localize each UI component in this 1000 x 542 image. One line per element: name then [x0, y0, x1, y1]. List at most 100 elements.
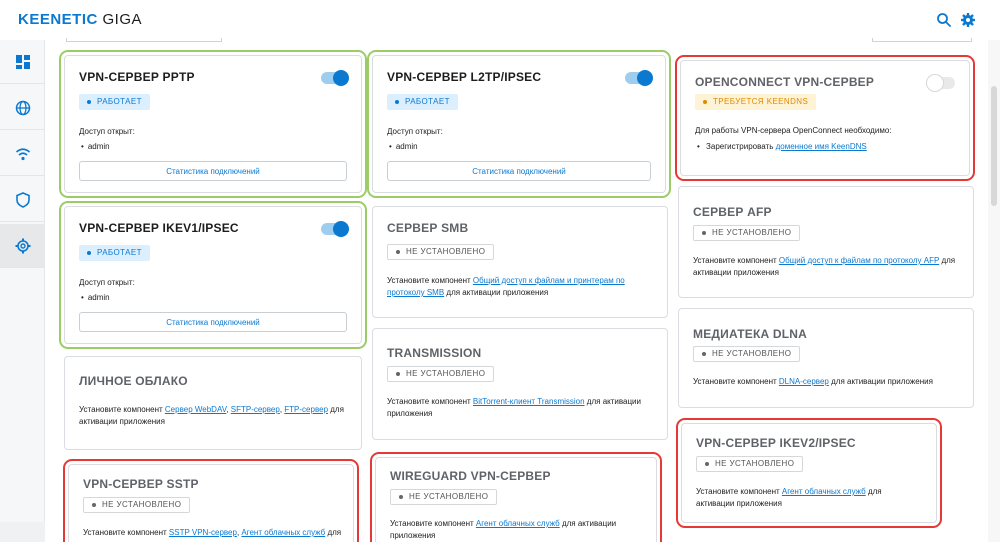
ikev1-toggle[interactable]: [321, 221, 349, 237]
sidebar-item-internet[interactable]: [0, 86, 45, 130]
install-prefix: Установите компонент: [693, 377, 777, 386]
scrollbar-thumb[interactable]: [991, 86, 997, 206]
card-afp: СЕРВЕР AFP НЕ УСТАНОВЛЕНО Установите ком…: [678, 186, 974, 298]
activation-suffix: для активации приложения: [831, 377, 933, 386]
brand-name: KEENETIC: [18, 11, 98, 28]
sidebar-item-dashboard[interactable]: [0, 40, 45, 84]
cloud-agent-link[interactable]: Агент облачных служб: [782, 487, 866, 496]
transmission-component-link[interactable]: BitTorrent-клиент Transmission: [473, 397, 585, 406]
status-badge: РАБОТАЕТ: [79, 94, 150, 110]
card-edge: [66, 38, 222, 42]
activation-suffix: для активации: [561, 519, 617, 528]
install-prefix: Установите компонент: [693, 256, 777, 265]
brand-model: GIGA: [102, 11, 143, 28]
status-badge: НЕ УСТАНОВЛЕНО: [83, 497, 191, 513]
openconnect-desc: Для работы VPN-сервера OpenConnect необх…: [695, 126, 892, 135]
status-badge: РАБОТАЕТ: [387, 94, 458, 110]
card-edge: [872, 38, 972, 42]
card-vpn-ikev2: VPN-СЕРВЕР IKEV2/IPSEC НЕ УСТАНОВЛЕНО Ус…: [676, 418, 942, 528]
wireguard-install-text: Установите компонент Агент облачных служ…: [390, 518, 642, 542]
card-title: СЕРВЕР SMB: [387, 221, 469, 235]
card-dlna: МЕДИАТЕКА DLNA НЕ УСТАНОВЛЕНО Установите…: [678, 308, 974, 408]
keendns-requirement: Зарегистрировать доменное имя KeenDNS: [697, 142, 867, 151]
user-item: admin: [81, 293, 110, 302]
top-header: KEENETIC GIGA: [0, 0, 1000, 40]
card-personal-cloud: ЛИЧНОЕ ОБЛАКО Установите компонент Серве…: [64, 356, 362, 450]
card-title: СЕРВЕР AFP: [693, 205, 772, 219]
status-badge: НЕ УСТАНОВЛЕНО: [390, 489, 498, 505]
card-title: VPN-СЕРВЕР PPTP: [79, 70, 195, 84]
card-title: TRANSMISSION: [387, 346, 482, 360]
status-badge: НЕ УСТАНОВЛЕНО: [693, 346, 801, 362]
webdav-link[interactable]: Сервер WebDAV: [165, 405, 226, 414]
access-label: Доступ открыт:: [79, 278, 135, 287]
card-title: VPN-СЕРВЕР IKEV1/IPSEC: [79, 221, 239, 235]
requirement-text: Зарегистрировать: [706, 142, 774, 151]
card-title: VPN-СЕРВЕР SSTP: [83, 477, 199, 491]
user-item: admin: [389, 142, 418, 151]
dlna-install-text: Установите компонент DLNA-сервер для акт…: [693, 376, 959, 388]
activation-suffix: для активации приложения: [446, 288, 549, 297]
sstp-component-link[interactable]: SSTP VPN-сервер: [169, 528, 237, 537]
card-title: ЛИЧНОЕ ОБЛАКО: [79, 374, 188, 388]
afp-component-link[interactable]: Общий доступ к файлам по протоколу AFP: [779, 256, 939, 265]
ftp-link[interactable]: FTP-сервер: [284, 405, 328, 414]
install-prefix: Установите компонент: [696, 487, 780, 496]
install-prefix: Установите компонент: [387, 397, 471, 406]
wifi-icon: [15, 147, 30, 160]
transmission-install-text: Установите компонент BitTorrent-клиент T…: [387, 396, 653, 420]
card-title: VPN-СЕРВЕР L2TP/IPSEC: [387, 70, 542, 84]
card-vpn-ikev1: VPN-СЕРВЕР IKEV1/IPSEC РАБОТАЕТ Доступ о…: [59, 201, 367, 349]
status-badge: НЕ УСТАНОВЛЕНО: [387, 366, 495, 382]
sidebar: [0, 40, 45, 522]
card-openconnect: OPENCONNECT VPN-СЕРВЕР ТРЕБУЕТСЯ KEENDNS…: [675, 55, 975, 181]
stats-button[interactable]: Статистика подключений: [387, 161, 651, 181]
access-label: Доступ открыт:: [79, 127, 135, 136]
status-badge: ТРЕБУЕТСЯ KEENDNS: [695, 94, 817, 110]
card-title: WIREGUARD VPN-СЕРВЕР: [390, 469, 551, 483]
sftp-link[interactable]: SFTP-сервер: [231, 405, 280, 414]
sidebar-item-management[interactable]: [0, 224, 45, 268]
card-smb: СЕРВЕР SMB НЕ УСТАНОВЛЕНО Установите ком…: [372, 206, 668, 318]
cloud-install-text: Установите компонент Сервер WebDAV, SFTP…: [79, 405, 344, 426]
card-vpn-pptp: VPN-СЕРВЕР PPTP РАБОТАЕТ Доступ открыт: …: [59, 50, 367, 198]
sstp-install-text: Установите компонент SSTP VPN-сервер, Аг…: [83, 528, 342, 537]
l2tp-toggle[interactable]: [625, 70, 653, 86]
pptp-toggle[interactable]: [321, 70, 349, 86]
status-badge: РАБОТАЕТ: [79, 245, 150, 261]
stats-button[interactable]: Статистика подключений: [79, 161, 347, 181]
sidebar-footer: [0, 522, 45, 542]
card-vpn-sstp: VPN-СЕРВЕР SSTP НЕ УСТАНОВЛЕНО Установит…: [63, 459, 359, 542]
afp-install-text: Установите компонент Общий доступ к файл…: [693, 255, 959, 279]
sidebar-item-wifi[interactable]: [0, 132, 45, 176]
dashboard-icon: [15, 54, 30, 69]
install-prefix: Установите компонент: [390, 519, 474, 528]
card-wireguard: WIREGUARD VPN-СЕРВЕР НЕ УСТАНОВЛЕНО Уста…: [370, 452, 662, 542]
globe-icon: [15, 100, 30, 115]
activation-suffix: для: [327, 528, 342, 537]
install-prefix: Установите компонент: [79, 405, 163, 414]
access-label: Доступ открыт:: [387, 127, 443, 136]
openconnect-toggle[interactable]: [927, 75, 955, 91]
card-vpn-l2tp: VPN-СЕРВЕР L2TP/IPSEC РАБОТАЕТ Доступ от…: [367, 50, 671, 198]
ikev2-install-text: Установите компонент Агент облачных служ…: [696, 486, 922, 510]
stats-button[interactable]: Статистика подключений: [79, 312, 347, 332]
sidebar-item-security[interactable]: [0, 178, 45, 222]
search-icon[interactable]: [936, 12, 952, 28]
keendns-link[interactable]: доменное имя KeenDNS: [776, 142, 867, 151]
gear-icon: [15, 238, 30, 253]
activation-suffix-2: приложения: [390, 531, 436, 540]
smb-install-text: Установите компонент Общий доступ к файл…: [387, 275, 653, 299]
cloud-agent-link[interactable]: Агент облачных служб: [476, 519, 560, 528]
card-transmission: TRANSMISSION НЕ УСТАНОВЛЕНО Установите к…: [372, 328, 668, 440]
card-title: OPENCONNECT VPN-СЕРВЕР: [695, 75, 875, 89]
status-badge: НЕ УСТАНОВЛЕНО: [693, 225, 801, 241]
gear-icon[interactable]: [960, 12, 976, 28]
shield-icon: [15, 191, 30, 208]
user-item: admin: [81, 142, 110, 151]
brand-logo[interactable]: KEENETIC GIGA: [18, 11, 142, 28]
card-title: VPN-СЕРВЕР IKEV2/IPSEC: [696, 436, 856, 450]
status-badge: НЕ УСТАНОВЛЕНО: [696, 456, 804, 472]
cloud-agent-link[interactable]: Агент облачных служб: [241, 528, 325, 537]
dlna-component-link[interactable]: DLNA-сервер: [779, 377, 829, 386]
